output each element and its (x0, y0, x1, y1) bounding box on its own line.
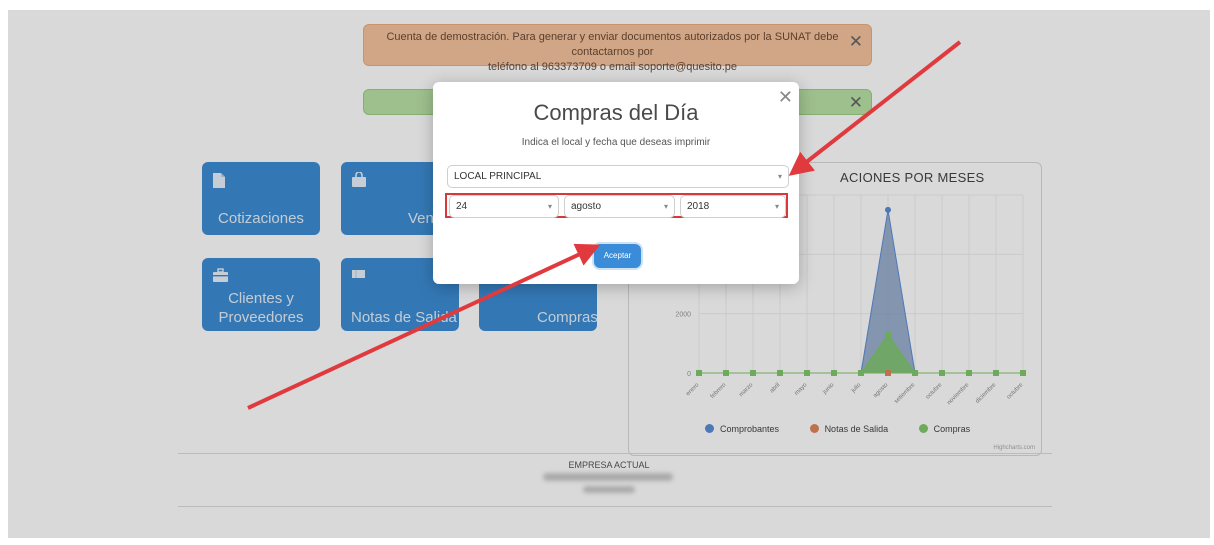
dashboard-page: Cuenta de demostración. Para generar y e… (8, 10, 1210, 538)
month-select-value: agosto (571, 201, 602, 212)
chevron-down-icon: ▾ (777, 172, 782, 181)
chevron-down-icon: ▾ (774, 202, 779, 211)
year-select[interactable]: 2018 ▾ (680, 195, 786, 218)
year-select-value: 2018 (687, 201, 710, 212)
accept-button[interactable]: Aceptar (594, 244, 641, 268)
chevron-down-icon: ▾ (547, 202, 552, 211)
modal-subtitle: Indica el local y fecha que deseas impri… (521, 137, 711, 148)
chevron-down-icon: ▾ (663, 202, 668, 211)
local-select[interactable]: LOCAL PRINCIPAL ▾ (447, 165, 789, 188)
compras-dia-modal: ✕ Compras del Día Indica el local y fech… (433, 82, 799, 284)
day-select[interactable]: 24 ▾ (449, 195, 559, 218)
local-select-value: LOCAL PRINCIPAL (454, 171, 542, 182)
day-select-value: 24 (456, 201, 468, 212)
modal-title: Compras del Día (533, 100, 699, 125)
month-select[interactable]: agosto ▾ (564, 195, 675, 218)
